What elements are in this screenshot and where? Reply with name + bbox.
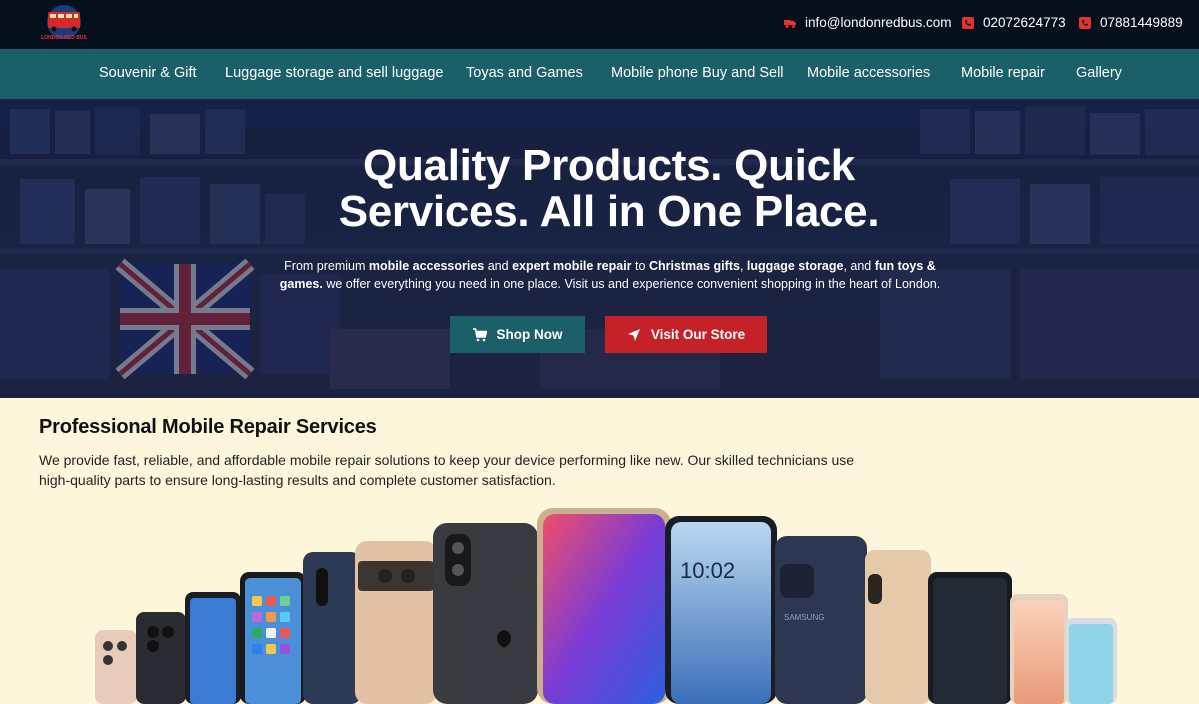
shop-now-label: Shop Now: [496, 327, 563, 342]
visit-store-button[interactable]: Visit Our Store: [605, 316, 767, 353]
nav-item-luggage[interactable]: Luggage storage and sell luggage: [225, 65, 443, 81]
red-bus-logo[interactable]: LONDON RED BUS: [34, 3, 94, 43]
phone1-text[interactable]: 02072624773: [983, 15, 1066, 30]
shop-now-button[interactable]: Shop Now: [450, 316, 585, 353]
contact-phone-2[interactable]: 07881449889: [1079, 15, 1183, 30]
phone2-text[interactable]: 07881449889: [1100, 15, 1183, 30]
hero-banner: Quality Products. Quick Services. All in…: [0, 99, 1199, 398]
section-title: Professional Mobile Repair Services: [39, 416, 377, 438]
cart-icon: [472, 327, 487, 341]
phone-time-text: 10:02: [680, 558, 735, 583]
hero-title: Quality Products. Quick Services. All in…: [338, 141, 880, 236]
logo-text: LONDON RED BUS: [41, 35, 87, 41]
nav-item-mobile-buy-sell[interactable]: Mobile phone Buy and Sell: [611, 65, 784, 81]
samsung-text: SAMSUNG: [784, 613, 824, 622]
hero-description: From premium mobile accessories and expe…: [279, 259, 941, 291]
phones-lineup-image: 10:02 SAMSUNG: [95, 508, 1117, 704]
contact-phone-1[interactable]: 02072624773: [962, 15, 1066, 30]
phone-square-icon: [962, 16, 974, 29]
nav-item-gallery[interactable]: Gallery: [1076, 65, 1122, 81]
email-text[interactable]: info@londonredbus.com: [805, 15, 952, 30]
nav-item-souvenir-gift[interactable]: Souvenir & Gift: [99, 65, 197, 81]
nav-item-mobile-repair[interactable]: Mobile repair: [961, 65, 1045, 81]
nav-item-toys-games[interactable]: Toyas and Games: [466, 65, 583, 81]
location-arrow-icon: [627, 328, 640, 341]
phone-square-icon: [1079, 16, 1091, 29]
top-bar: LONDON RED BUS info@londonredbus.com 020…: [0, 0, 1199, 49]
section-text: We provide fast, reliable, and affordabl…: [39, 452, 855, 488]
visit-store-label: Visit Our Store: [650, 327, 746, 342]
main-nav: Souvenir & Gift Luggage storage and sell…: [0, 49, 1199, 99]
contact-email[interactable]: info@londonredbus.com: [784, 15, 952, 30]
truck-icon: [784, 19, 796, 28]
nav-item-mobile-accessories[interactable]: Mobile accessories: [807, 65, 930, 81]
